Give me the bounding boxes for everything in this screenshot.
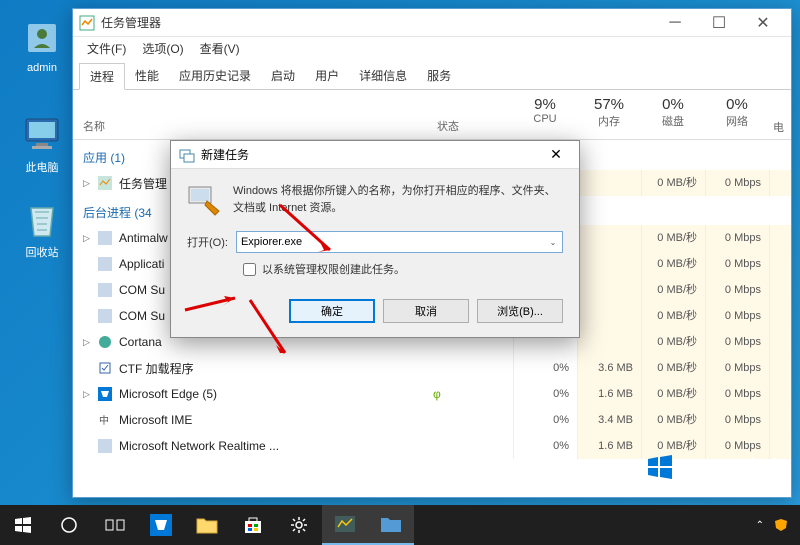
dialog-titlebar[interactable]: 新建任务 ✕	[171, 141, 579, 169]
tab-users[interactable]: 用户	[305, 63, 349, 89]
open-label: 打开(O):	[187, 234, 228, 250]
dropdown-icon[interactable]: ⌄	[545, 233, 561, 251]
desktop-icon-admin[interactable]: admin	[12, 18, 72, 74]
maximize-button[interactable]: ☐	[697, 9, 741, 37]
watermark-url: www.win10xitong.com	[646, 483, 786, 497]
open-input[interactable]	[236, 231, 563, 253]
table-row[interactable]: CTF 加载程序0%3.6 MB0 MB/秒0 Mbps	[73, 355, 791, 381]
taskbar-store[interactable]	[230, 505, 276, 545]
table-row[interactable]: 中Microsoft IME0%3.4 MB0 MB/秒0 Mbps	[73, 407, 791, 433]
desktop-icon-pc[interactable]: 此电脑	[12, 115, 72, 175]
run-dialog-icon	[179, 147, 195, 163]
cortana-button[interactable]	[46, 505, 92, 545]
expand-icon[interactable]: ▷	[83, 178, 97, 189]
window-title: 任务管理器	[101, 14, 653, 31]
tab-details[interactable]: 详细信息	[349, 63, 417, 89]
dialog-close-button[interactable]: ✕	[541, 146, 571, 163]
desktop-icon-label: admin	[27, 62, 57, 74]
system-tray[interactable]: ⌃	[756, 518, 800, 532]
menu-view[interactable]: 查看(V)	[192, 38, 248, 59]
taskbar-explorer-running[interactable]	[368, 505, 414, 545]
desktop-icon-label: 此电脑	[26, 162, 59, 174]
process-icon	[97, 175, 113, 191]
run-icon	[187, 183, 221, 217]
col-net[interactable]: 0%网络	[705, 90, 769, 139]
taskbar-explorer[interactable]	[184, 505, 230, 545]
tab-performance[interactable]: 性能	[125, 63, 169, 89]
col-mem[interactable]: 57%内存	[577, 90, 641, 139]
cancel-button[interactable]: 取消	[383, 299, 469, 323]
desktop-icon-recyclebin[interactable]: 回收站	[12, 200, 72, 260]
titlebar[interactable]: 任务管理器 ─ ☐ ✕	[73, 9, 791, 37]
taskbar-taskmgr[interactable]	[322, 505, 368, 545]
close-button[interactable]: ✕	[741, 9, 785, 37]
taskview-button[interactable]	[92, 505, 138, 545]
dialog-title: 新建任务	[201, 146, 541, 163]
menubar: 文件(F) 选项(O) 查看(V)	[73, 37, 791, 59]
col-disk[interactable]: 0%磁盘	[641, 90, 705, 139]
user-icon	[22, 18, 62, 58]
watermark-title: Win10之家	[680, 451, 786, 483]
tab-startup[interactable]: 启动	[261, 63, 305, 89]
menu-file[interactable]: 文件(F)	[79, 38, 134, 59]
col-cpu[interactable]: 9%CPU	[513, 90, 577, 139]
dialog-message: Windows 将根据你所键入的名称，为你打开相应的程序、文件夹、文档或 Int…	[233, 183, 563, 217]
tray-chevron-icon[interactable]: ⌃	[756, 520, 764, 531]
col-name[interactable]: 名称	[73, 90, 433, 139]
taskbar-edge[interactable]	[138, 505, 184, 545]
admin-checkbox-label[interactable]: 以系统管理权限创建此任务。	[262, 261, 405, 277]
tabs: 进程 性能 应用历史记录 启动 用户 详细信息 服务	[73, 59, 791, 90]
taskbar: ⌃	[0, 505, 800, 545]
menu-options[interactable]: 选项(O)	[134, 38, 191, 59]
desktop-icon-label: 回收站	[26, 247, 59, 259]
recycle-bin-icon	[22, 200, 62, 240]
table-row[interactable]: ▷Microsoft Edge (5)φ0%1.6 MB0 MB/秒0 Mbps	[73, 381, 791, 407]
tab-services[interactable]: 服务	[417, 63, 461, 89]
browse-button[interactable]: 浏览(B)...	[477, 299, 563, 323]
col-power[interactable]: 电	[769, 90, 791, 139]
tab-history[interactable]: 应用历史记录	[169, 63, 261, 89]
svg-text:中: 中	[99, 414, 109, 427]
minimize-button[interactable]: ─	[653, 9, 697, 37]
taskmgr-icon	[79, 15, 95, 31]
watermark: Win10之家 www.win10xitong.com	[646, 451, 786, 497]
ok-button[interactable]: 确定	[289, 299, 375, 323]
tab-processes[interactable]: 进程	[79, 63, 125, 90]
start-button[interactable]	[0, 505, 46, 545]
desktop-background: admin 此电脑 回收站 任务管理器 ─ ☐ ✕ 文件(F) 选项(O) 查看…	[0, 0, 800, 545]
open-combobox[interactable]: ⌄	[236, 231, 563, 253]
columns-header: 名称 状态 9%CPU 57%内存 0%磁盘 0%网络 电	[73, 90, 791, 140]
new-task-dialog: 新建任务 ✕ Windows 将根据你所键入的名称，为你打开相应的程序、文件夹、…	[170, 140, 580, 338]
tray-shield-icon[interactable]	[774, 518, 788, 532]
col-status[interactable]: 状态	[433, 90, 513, 139]
taskbar-settings[interactable]	[276, 505, 322, 545]
computer-icon	[22, 115, 62, 155]
admin-checkbox[interactable]	[243, 263, 256, 276]
windows-logo-icon	[646, 453, 674, 481]
